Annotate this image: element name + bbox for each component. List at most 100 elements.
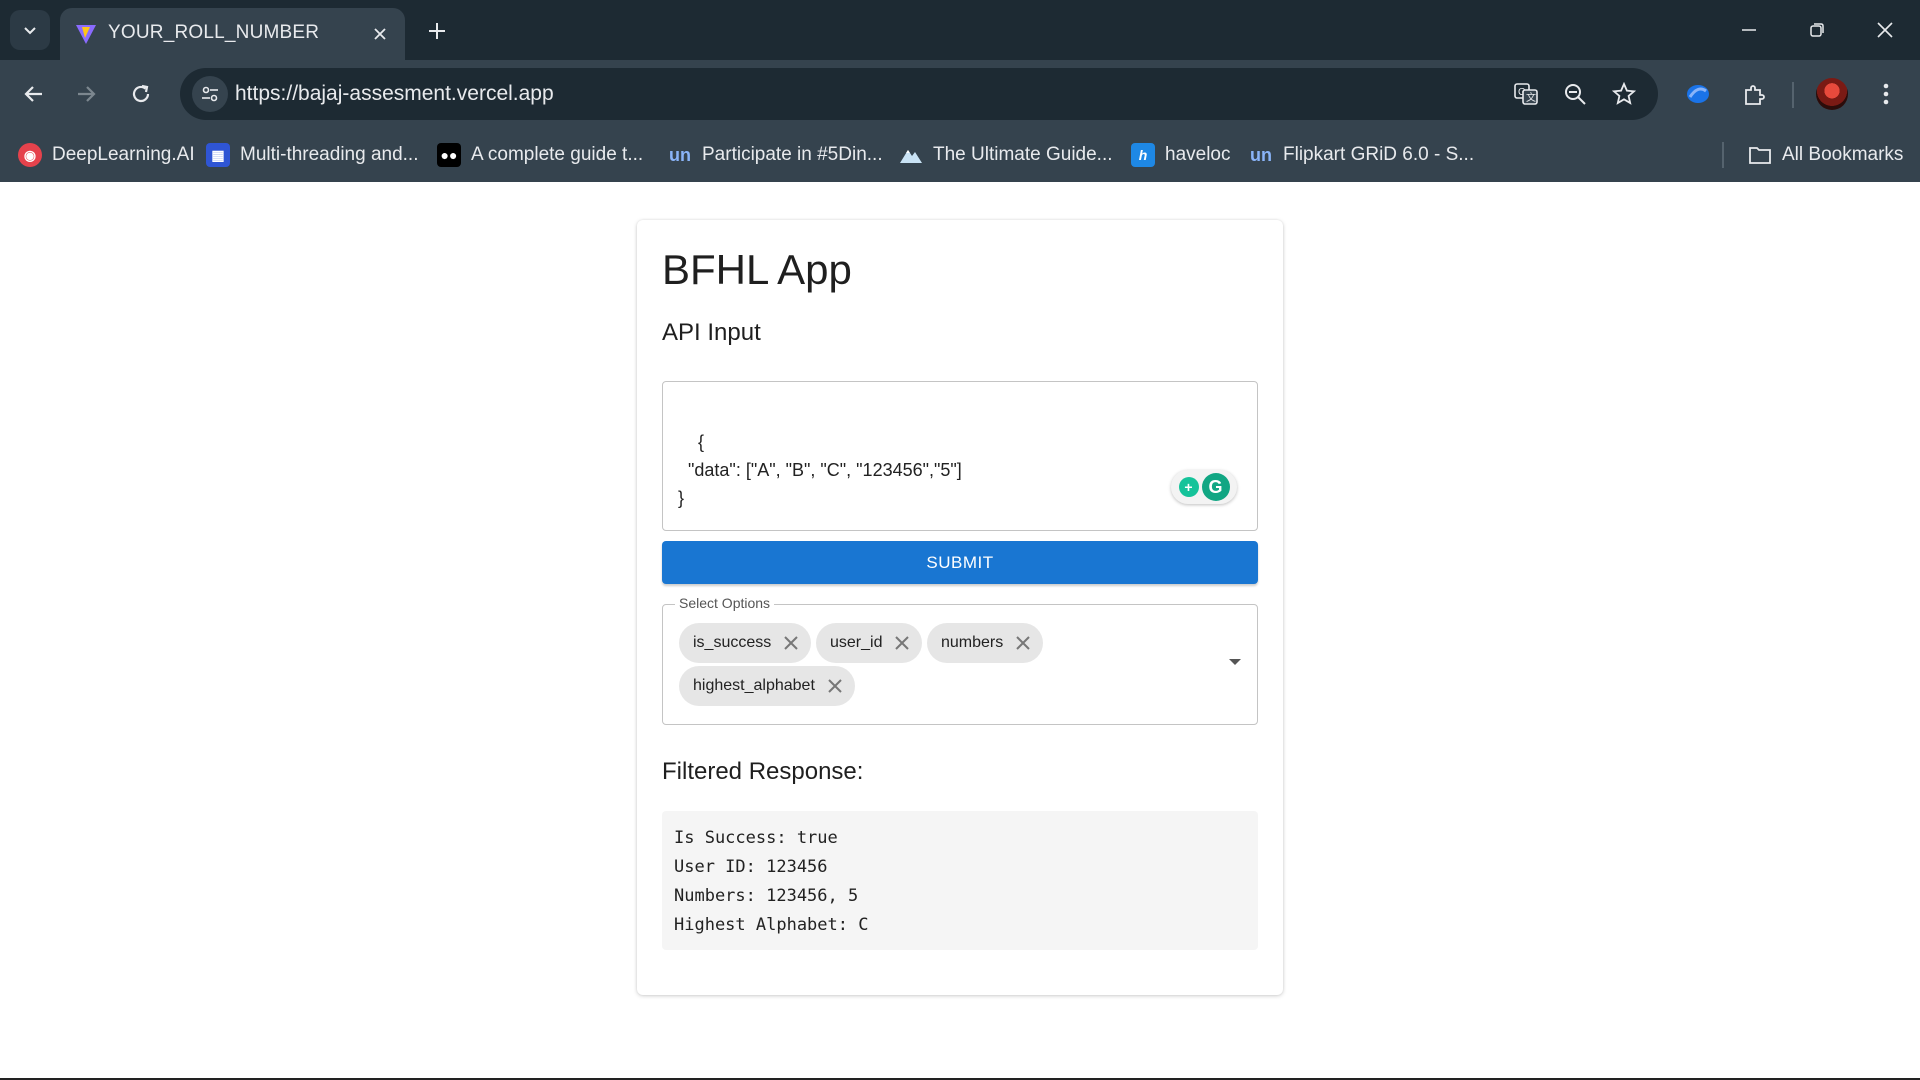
puzzle-icon (1745, 85, 1765, 105)
dropdown-arrow-icon[interactable] (1229, 659, 1241, 665)
chip-remove-button[interactable] (781, 633, 801, 653)
browser-chrome: YOUR_ROLL_NUMBER https://bajaj-assesment… (0, 0, 1920, 182)
close-icon (895, 636, 910, 650)
close-icon (1016, 636, 1030, 650)
close-window-button[interactable] (1862, 8, 1908, 52)
active-tab[interactable]: YOUR_ROLL_NUMBER (60, 8, 405, 60)
chip-user-id: user_id (816, 623, 923, 663)
deeplearning-icon: ◉ (18, 143, 42, 167)
response-line-numbers: Numbers: 123456, 5 (674, 886, 859, 906)
browser-menu-button[interactable] (1866, 74, 1906, 114)
chip-label: highest_alphabet (693, 677, 815, 694)
close-icon (828, 679, 842, 693)
restore-icon (1810, 23, 1824, 37)
toolbar-divider (1792, 82, 1794, 108)
back-button[interactable] (14, 74, 54, 114)
address-bar[interactable]: https://bajaj-assesment.vercel.app G文 (180, 68, 1658, 120)
api-input-heading: API Input (662, 319, 761, 346)
vite-favicon-icon (76, 25, 96, 44)
minimize-button[interactable] (1726, 8, 1772, 52)
extension-button[interactable] (1678, 74, 1718, 114)
medium-icon: ●● (437, 143, 461, 167)
bookmark-participate[interactable]: un Participate in #5Din... (668, 140, 883, 170)
all-bookmarks-button[interactable]: All Bookmarks (1748, 140, 1903, 170)
submit-button[interactable]: SUBMIT (662, 541, 1258, 584)
close-icon (374, 28, 386, 40)
bookmark-ultimate-guide[interactable]: The Ultimate Guide... (899, 140, 1113, 170)
bookmark-label: A complete guide t... (471, 144, 644, 165)
arrow-left-icon (24, 86, 42, 102)
folder-icon (1748, 143, 1772, 167)
bookmark-label: Flipkart GRiD 6.0 - S... (1283, 144, 1475, 165)
chip-remove-button[interactable] (892, 633, 912, 653)
url-text[interactable]: https://bajaj-assesment.vercel.app (235, 82, 554, 106)
select-options-label: Select Options (675, 595, 775, 611)
star-icon (1612, 82, 1636, 105)
bookmark-label: The Ultimate Guide... (933, 144, 1113, 165)
bookmark-multithreading[interactable]: ▦ Multi-threading and... (206, 140, 419, 170)
tab-search-button[interactable] (10, 10, 50, 50)
response-line-user-id: User ID: 123456 (674, 857, 828, 877)
bookmark-flipkart-grid[interactable]: un Flipkart GRiD 6.0 - S... (1249, 140, 1474, 170)
reload-button[interactable] (121, 74, 161, 114)
chip-numbers: numbers (927, 623, 1044, 663)
bookmark-haveloc[interactable]: h haveloc (1131, 140, 1231, 170)
unstop-icon: un (1250, 144, 1272, 165)
translate-button[interactable]: G文 (1510, 78, 1542, 110)
profile-avatar[interactable] (1816, 78, 1848, 110)
response-line-highest-alphabet: Highest Alphabet: C (674, 915, 869, 935)
site-info-button[interactable] (192, 76, 228, 112)
grammarly-logo-icon: G (1201, 473, 1230, 501)
tune-icon (202, 86, 218, 102)
restore-button[interactable] (1794, 8, 1840, 52)
forward-button[interactable] (66, 74, 106, 114)
bookmark-label: Participate in #5Din... (702, 144, 883, 165)
bookmarks-divider (1722, 142, 1724, 168)
plus-icon (429, 23, 445, 39)
bookmarks-bar: ◉ DeepLearning.AI ▦ Multi-threading and.… (0, 128, 1920, 182)
minimize-icon (1742, 29, 1756, 31)
close-icon (1877, 22, 1893, 38)
chip-label: user_id (830, 634, 883, 651)
unstop-icon: un (669, 144, 691, 165)
all-bookmarks-label: All Bookmarks (1782, 144, 1904, 165)
blocks-icon: ▦ (206, 143, 230, 167)
bookmark-label: Multi-threading and... (240, 144, 419, 165)
page-title: BFHL App (662, 246, 852, 293)
chip-remove-button[interactable] (825, 676, 845, 696)
filtered-response-box: Is Success: true User ID: 123456 Numbers… (662, 811, 1258, 950)
chevron-down-icon (24, 27, 36, 35)
bookmark-label: haveloc (1165, 144, 1231, 165)
grammarly-widget[interactable]: + G (1171, 470, 1237, 504)
app-card: BFHL App API Input { "data": ["A", "B", … (637, 220, 1283, 995)
api-input-textarea[interactable]: { "data": ["A", "B", "C", "123456","5"] … (662, 381, 1258, 531)
bookmark-star-button[interactable] (1608, 78, 1640, 110)
browser-toolbar: https://bajaj-assesment.vercel.app G文 (0, 60, 1920, 128)
reload-icon (132, 84, 150, 103)
chip-label: is_success (693, 634, 772, 651)
extensions-menu-button[interactable] (1734, 74, 1774, 114)
response-line-is-success: Is Success: true (674, 828, 838, 848)
bookmark-label: DeepLearning.AI (52, 144, 195, 165)
new-tab-button[interactable] (420, 14, 454, 48)
bookmark-deeplearning[interactable]: ◉ DeepLearning.AI (18, 140, 195, 170)
arrow-right-icon (78, 86, 96, 102)
translate-icon: G文 (1514, 83, 1538, 105)
filtered-response-heading: Filtered Response: (662, 758, 864, 785)
bookmark-medium[interactable]: ●● A complete guide t... (437, 140, 643, 170)
chip-highest-alphabet: highest_alphabet (679, 666, 855, 706)
grammarly-suggest-icon: + (1178, 477, 1199, 497)
api-input-value: { "data": ["A", "B", "C", "123456","5"] … (678, 432, 962, 508)
chip-label: numbers (941, 634, 1004, 651)
select-options-field[interactable]: Select Options is_success user_id number… (662, 595, 1258, 725)
tab-strip: YOUR_ROLL_NUMBER (0, 0, 1920, 60)
svg-text:文: 文 (1526, 91, 1536, 104)
more-vert-icon (1883, 83, 1889, 105)
zoom-button[interactable] (1559, 78, 1591, 110)
zoom-out-icon (1565, 84, 1586, 105)
chip-is-success: is_success (679, 623, 812, 663)
chip-remove-button[interactable] (1013, 633, 1033, 653)
tab-close-button[interactable] (367, 21, 393, 47)
shield-extension-icon (1687, 85, 1709, 103)
haveloc-icon: h (1131, 143, 1155, 167)
